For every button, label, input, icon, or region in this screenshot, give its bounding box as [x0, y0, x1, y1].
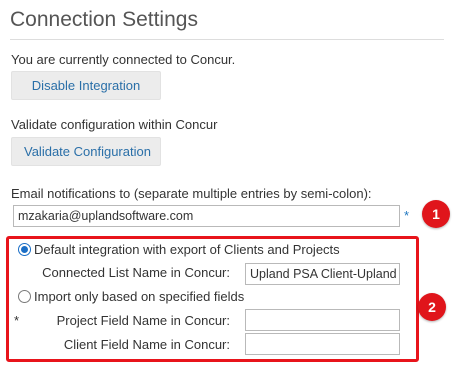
annotation-badge-1: 1 [422, 200, 450, 228]
connected-list-label: Connected List Name in Concur: [42, 265, 230, 280]
radio-import-specified-fields[interactable] [18, 290, 31, 303]
project-field-input[interactable] [245, 309, 400, 331]
email-notifications-input[interactable]: mzakaria@uplandsoftware.com [13, 205, 400, 227]
import-specified-fields-label: Import only based on specified fields [34, 289, 245, 304]
annotation-badge-2: 2 [418, 293, 446, 321]
email-notifications-label: Email notifications to (separate multipl… [11, 186, 372, 201]
default-integration-label: Default integration with export of Clien… [34, 242, 340, 257]
page-title: Connection Settings [10, 8, 198, 31]
validate-configuration-button[interactable]: Validate Configuration [11, 137, 161, 166]
project-field-label: Project Field Name in Concur: [56, 313, 230, 328]
client-field-label: Client Field Name in Concur: [63, 337, 230, 352]
disable-integration-button[interactable]: Disable Integration [11, 71, 161, 100]
radio-default-integration[interactable] [18, 243, 31, 256]
required-marker: * [404, 208, 410, 223]
client-field-input[interactable] [245, 333, 400, 355]
connected-list-input[interactable]: Upland PSA Client-Upland PSA Project [245, 263, 400, 285]
required-marker-project: * [14, 313, 20, 328]
validate-caption: Validate configuration within Concur [11, 117, 218, 132]
title-divider [10, 39, 444, 40]
connection-status-text: You are currently connected to Concur. [11, 52, 236, 67]
